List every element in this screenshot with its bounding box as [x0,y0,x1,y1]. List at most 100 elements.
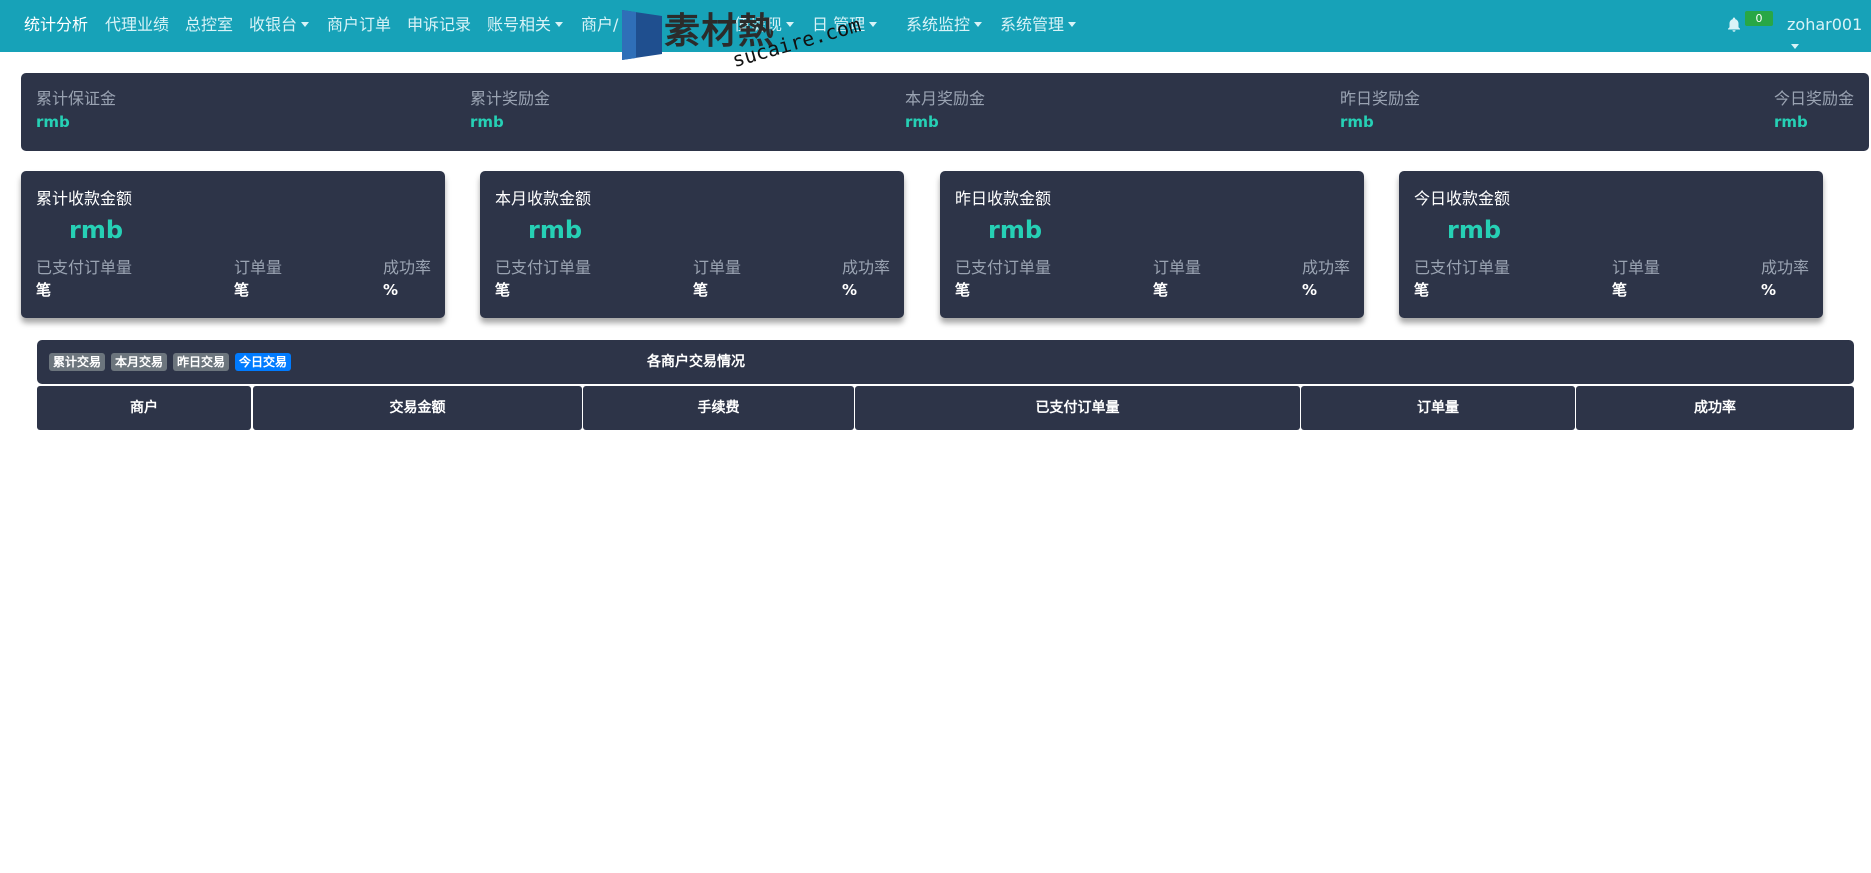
user-menu[interactable]: zohar001 [1787,14,1871,58]
nav-label: 总控室 [185,15,234,34]
stat-value: 笔 [955,281,971,299]
column-header-transaction-amount[interactable]: 交易金额 [253,386,582,430]
stat-paid-orders: 已支付订单量 笔 [36,257,132,301]
chevron-down-icon [555,22,564,27]
stat-success-rate: 成功率 % [1761,257,1809,301]
stat-label: 成功率 [1761,258,1810,277]
chevron-down-icon [301,22,310,27]
summary-total-bonus: 累计奖励金 rmb [470,89,550,133]
summary-unit: rmb [905,113,939,131]
card-title: 今日收款金额 [1414,189,1511,208]
stat-orders: 订单量 笔 [1612,257,1660,301]
column-header-merchant[interactable]: 商户 [37,386,251,430]
summary-label: 本月奖励金 [905,89,986,108]
stat-success-rate: 成功率 % [1302,257,1350,301]
nav-label: 申诉记录 [407,15,472,34]
chevron-down-icon [786,22,795,27]
summary-unit: rmb [1774,113,1808,131]
tab-today-transactions[interactable]: 今日交易 [235,353,292,371]
chevron-down-icon [1791,44,1799,49]
card-amount: rmb [988,216,1043,244]
nav-label: 代理业绩 [105,15,170,34]
summary-panel: 累计保证金 rmb 累计奖励金 rmb 本月奖励金 rmb 昨日奖励金 rmb … [21,73,1869,151]
tab-yesterday-transactions[interactable]: 昨日交易 [173,353,230,371]
bell-icon[interactable] [1725,16,1743,34]
stat-label: 订单量 [1612,258,1661,277]
nav-label: 系统监控 [906,15,971,34]
card-month-collection: 本月收款金额 rmb 已支付订单量 笔 订单量 笔 成功率 % [480,171,904,318]
card-yesterday-collection: 昨日收款金额 rmb 已支付订单量 笔 订单量 笔 成功率 % [940,171,1364,318]
tab-month-transactions[interactable]: 本月交易 [111,353,168,371]
stat-label: 订单量 [1153,258,1202,277]
stat-value: % [383,281,399,299]
stat-value: 笔 [693,281,709,299]
stat-orders: 订单量 笔 [234,257,282,301]
card-title: 昨日收款金额 [955,189,1052,208]
stat-value: % [842,281,858,299]
chevron-down-icon [974,22,983,27]
nav-item-cashier[interactable]: 收银台 [249,14,310,36]
stat-value: % [1761,281,1777,299]
summary-label: 昨日奖励金 [1340,89,1421,108]
card-title: 本月收款金额 [495,189,592,208]
stat-orders: 订单量 笔 [693,257,741,301]
summary-label: 累计保证金 [36,89,117,108]
stat-value: 笔 [36,281,52,299]
card-amount: rmb [69,216,124,244]
stat-label: 成功率 [383,258,432,277]
stat-orders: 订单量 笔 [1153,257,1201,301]
notification-badge: 0 [1745,11,1773,26]
card-amount: rmb [528,216,583,244]
stat-value: 笔 [1153,281,1169,299]
nav-item-merchant-partial[interactable]: 商户/ [581,14,618,36]
nav-item-system-monitor[interactable]: 系统监控 [906,14,983,36]
nav-item-merchant-orders[interactable]: 商户订单 [327,14,391,36]
stat-label: 已支付订单量 [1414,258,1511,277]
nav-item-system-management[interactable]: 系统管理 [1000,14,1077,36]
user-name: zohar001 [1787,15,1863,34]
chevron-down-icon [869,22,878,27]
card-amount: rmb [1447,216,1502,244]
stat-value: 笔 [234,281,250,299]
nav-label: 系统管理 [1000,15,1065,34]
summary-label: 累计奖励金 [470,89,551,108]
summary-total-deposit: 累计保证金 rmb [36,89,116,133]
stat-value: 笔 [1414,281,1430,299]
column-header-fee[interactable]: 手续费 [583,386,854,430]
stat-success-rate: 成功率 % [383,257,431,301]
nav-item-appeal-records[interactable]: 申诉记录 [407,14,471,36]
card-total-collection: 累计收款金额 rmb 已支付订单量 笔 订单量 笔 成功率 % [21,171,445,318]
stat-label: 已支付订单量 [955,258,1052,277]
column-header-success-rate[interactable]: 成功率 [1576,386,1854,430]
nav-item-account[interactable]: 账号相关 [487,14,564,36]
nav-label: 商户/ [581,15,619,34]
column-header-paid-orders[interactable]: 已支付订单量 [855,386,1300,430]
summary-today-bonus: 今日奖励金 rmb [1774,89,1854,133]
stat-label: 订单量 [234,258,283,277]
top-navbar: 统计分析 代理业绩 总控室 收银台 商户订单 申诉记录 账号相关 商户/ 值提现… [0,0,1871,52]
stat-value: 笔 [1612,281,1628,299]
stat-paid-orders: 已支付订单量 笔 [495,257,591,301]
stat-success-rate: 成功率 % [842,257,890,301]
nav-item-statistics[interactable]: 统计分析 [24,14,88,36]
nav-item-control-room[interactable]: 总控室 [185,14,233,36]
chevron-down-icon [1068,22,1077,27]
merchant-section-title: 各商户交易情况 [647,354,745,370]
summary-unit: rmb [1340,113,1374,131]
stat-paid-orders: 已支付订单量 笔 [1414,257,1510,301]
summary-label: 今日奖励金 [1774,89,1855,108]
stat-value: % [1302,281,1318,299]
summary-unit: rmb [470,113,504,131]
summary-month-bonus: 本月奖励金 rmb [905,89,985,133]
merchant-transactions-header: 累计交易 本月交易 昨日交易 今日交易 各商户交易情况 [37,340,1854,384]
summary-yesterday-bonus: 昨日奖励金 rmb [1340,89,1420,133]
nav-label: 账号相关 [487,15,552,34]
card-title: 累计收款金额 [36,189,133,208]
card-today-collection: 今日收款金额 rmb 已支付订单量 笔 订单量 笔 成功率 % [1399,171,1823,318]
stat-label: 成功率 [1302,258,1351,277]
column-header-orders[interactable]: 订单量 [1301,386,1575,430]
stat-label: 已支付订单量 [36,258,133,277]
nav-item-agent-performance[interactable]: 代理业绩 [105,14,169,36]
stat-label: 成功率 [842,258,891,277]
tab-total-transactions[interactable]: 累计交易 [49,353,106,371]
